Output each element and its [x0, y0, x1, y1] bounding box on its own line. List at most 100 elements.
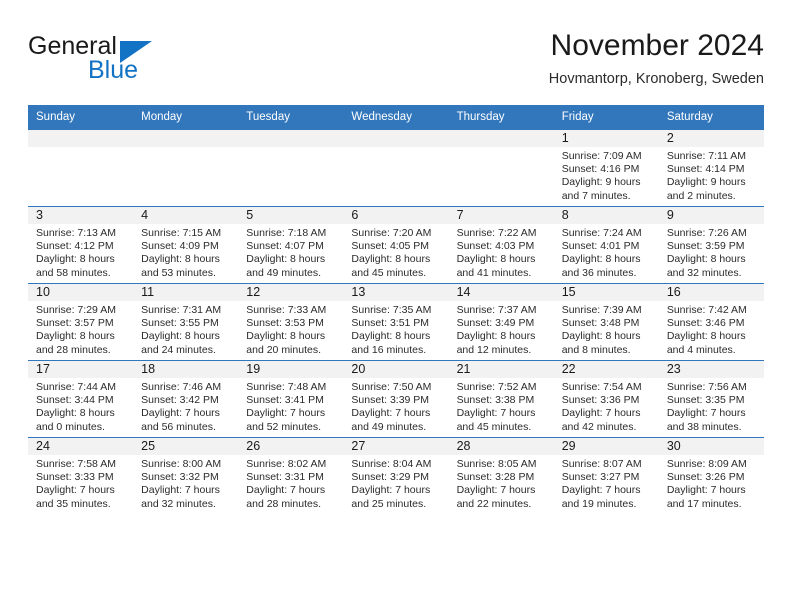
- day-detail-line: Sunrise: 7:22 AM: [456, 227, 537, 239]
- day-detail-line: and 0 minutes.: [36, 420, 105, 433]
- day-details: Sunrise: 7:18 AM Sunset: 4:07 PM Daylight:…: [238, 224, 343, 280]
- page-title: November 2024: [550, 29, 764, 62]
- calendar-day-cell[interactable]: 5 Sunrise: 7:18 AM Sunset: 4:07 PM Daylight…: [238, 206, 344, 284]
- calendar-day-cell[interactable]: 21 Sunrise: 7:52 AM Sunset: 3:38 PM Dayligh…: [448, 360, 554, 438]
- day-cell-inner: 3 Sunrise: 7:13 AM Sunset: 4:12 PM Daylight…: [28, 207, 134, 283]
- calendar-day-cell[interactable]: 14 Sunrise: 7:37 AM Sunset: 3:49 PM Dayligh…: [448, 283, 554, 361]
- calendar-day-cell[interactable]: 25 Sunrise: 8:00 AM Sunset: 3:32 PM Dayligh…: [133, 437, 239, 514]
- day-detail-line: Daylight: 7 hours: [141, 484, 220, 497]
- day-detail-line: Daylight: 8 hours: [36, 407, 115, 420]
- day-details: Sunrise: 7:44 AM Sunset: 3:44 PM Daylight:…: [28, 378, 133, 434]
- day-detail-line: Sunset: 3:26 PM: [666, 471, 745, 484]
- day-detail-line: Daylight: 8 hours: [141, 253, 220, 266]
- calendar-day-cell[interactable]: 11 Sunrise: 7:31 AM Sunset: 3:55 PM Dayligh…: [133, 283, 239, 361]
- calendar-day-cell[interactable]: 18 Sunrise: 7:46 AM Sunset: 3:42 PM Dayligh…: [133, 360, 239, 438]
- calendar-day-cell[interactable]: 24 Sunrise: 7:58 AM Sunset: 3:33 PM Dayligh…: [28, 437, 134, 514]
- calendar-day-cell[interactable]: 15 Sunrise: 7:39 AM Sunset: 3:48 PM Dayligh…: [553, 283, 659, 361]
- day-detail-line: Sunrise: 7:56 AM: [666, 381, 747, 393]
- day-cell-inner: 18 Sunrise: 7:46 AM Sunset: 3:42 PM Dayligh…: [133, 361, 239, 437]
- day-number: 26: [238, 438, 344, 455]
- day-details: Sunrise: 8:00 AM Sunset: 3:32 PM Daylight:…: [133, 455, 238, 511]
- day-cell-inner: 28 Sunrise: 8:05 AM Sunset: 3:28 PM Dayligh…: [448, 438, 554, 514]
- calendar-day-cell[interactable]: 20 Sunrise: 7:50 AM Sunset: 3:39 PM Dayligh…: [343, 360, 449, 438]
- calendar-day-cell[interactable]: 29 Sunrise: 8:07 AM Sunset: 3:27 PM Dayligh…: [553, 437, 659, 514]
- day-detail-line: Daylight: 7 hours: [246, 407, 326, 420]
- calendar-day-cell[interactable]: 22 Sunrise: 7:54 AM Sunset: 3:36 PM Dayligh…: [553, 360, 659, 438]
- day-detail-line: Daylight: 7 hours: [351, 407, 431, 420]
- day-detail-line: Sunrise: 7:13 AM: [36, 227, 116, 239]
- calendar-day-cell[interactable]: 9 Sunrise: 7:26 AM Sunset: 3:59 PM Daylight…: [658, 206, 764, 284]
- day-detail-line: Sunset: 3:41 PM: [246, 394, 324, 407]
- calendar-day-cell[interactable]: 27 Sunrise: 8:04 AM Sunset: 3:29 PM Dayligh…: [343, 437, 449, 514]
- day-cell-inner: 5 Sunrise: 7:18 AM Sunset: 4:07 PM Daylight…: [238, 207, 344, 283]
- day-detail-line: Daylight: 7 hours: [456, 407, 536, 420]
- calendar-day-cell[interactable]: 17 Sunrise: 7:44 AM Sunset: 3:44 PM Dayligh…: [28, 360, 134, 438]
- calendar-day-cell[interactable]: 13 Sunrise: 7:35 AM Sunset: 3:51 PM Dayligh…: [343, 283, 449, 361]
- calendar-day-cell[interactable]: 19 Sunrise: 7:48 AM Sunset: 3:41 PM Dayligh…: [238, 360, 344, 438]
- day-detail-line: and 17 minutes.: [666, 497, 742, 510]
- day-detail-line: Daylight: 8 hours: [246, 253, 326, 266]
- day-detail-line: Sunset: 3:36 PM: [561, 394, 640, 407]
- day-details: Sunrise: 7:22 AM Sunset: 4:03 PM Daylight:…: [449, 224, 554, 280]
- calendar-day-cell[interactable]: 7 Sunrise: 7:22 AM Sunset: 4:03 PM Daylight…: [448, 206, 554, 284]
- day-number: 18: [133, 361, 239, 378]
- calendar-day-cell[interactable]: 8 Sunrise: 7:24 AM Sunset: 4:01 PM Daylight…: [553, 206, 659, 284]
- day-cell-inner: 17 Sunrise: 7:44 AM Sunset: 3:44 PM Dayligh…: [28, 361, 134, 437]
- day-detail-line: and 22 minutes.: [456, 497, 532, 510]
- day-number: 2: [658, 130, 764, 147]
- calendar-day-cell[interactable]: 26 Sunrise: 8:02 AM Sunset: 3:31 PM Dayligh…: [238, 437, 344, 514]
- day-detail-line: Sunset: 3:57 PM: [36, 317, 114, 330]
- day-detail-line: Daylight: 8 hours: [246, 330, 326, 343]
- day-detail-line: and 58 minutes.: [36, 266, 111, 279]
- day-detail-line: and 45 minutes.: [456, 420, 532, 433]
- calendar-day-cell[interactable]: 23 Sunrise: 7:56 AM Sunset: 3:35 PM Dayligh…: [658, 360, 764, 438]
- general-blue-logo[interactable]: General Blue: [28, 32, 258, 92]
- weekday-header-friday: Friday: [553, 105, 659, 130]
- day-cell-inner: 15 Sunrise: 7:39 AM Sunset: 3:48 PM Dayligh…: [553, 284, 659, 360]
- day-details: Sunrise: 7:13 AM Sunset: 4:12 PM Daylight:…: [28, 224, 133, 280]
- calendar-day-cell[interactable]: 12 Sunrise: 7:33 AM Sunset: 3:53 PM Dayligh…: [238, 283, 344, 361]
- calendar-day-cell[interactable]: 6 Sunrise: 7:20 AM Sunset: 4:05 PM Daylight…: [343, 206, 449, 284]
- day-details: Sunrise: 7:50 AM Sunset: 3:39 PM Daylight:…: [343, 378, 448, 434]
- day-cell-inner: 4 Sunrise: 7:15 AM Sunset: 4:09 PM Daylight…: [133, 207, 239, 283]
- calendar-day-cell[interactable]: 16 Sunrise: 7:42 AM Sunset: 3:46 PM Dayligh…: [658, 283, 764, 361]
- day-cell-inner: 2 Sunrise: 7:11 AM Sunset: 4:14 PM Daylight…: [658, 130, 764, 206]
- day-detail-line: Sunrise: 7:33 AM: [246, 304, 327, 316]
- calendar-body: 1 Sunrise: 7:09 AM Sunset: 4:16 PM Daylight…: [28, 130, 764, 514]
- day-number: 17: [28, 361, 134, 378]
- day-detail-line: and 56 minutes.: [141, 420, 216, 433]
- day-details: Sunrise: 7:52 AM Sunset: 3:38 PM Daylight:…: [449, 378, 554, 434]
- calendar-day-cell[interactable]: 30 Sunrise: 8:09 AM Sunset: 3:26 PM Dayligh…: [658, 437, 764, 514]
- calendar-day-cell[interactable]: 2 Sunrise: 7:11 AM Sunset: 4:14 PM Daylight…: [658, 130, 764, 207]
- calendar-week-row: 17 Sunrise: 7:44 AM Sunset: 3:44 PM Dayligh…: [28, 360, 764, 438]
- day-detail-line: Sunrise: 7:15 AM: [141, 227, 222, 239]
- calendar-week-row: 10 Sunrise: 7:29 AM Sunset: 3:57 PM Dayligh…: [28, 283, 764, 361]
- day-detail-line: and 32 minutes.: [141, 497, 216, 510]
- calendar-day-cell[interactable]: 3 Sunrise: 7:13 AM Sunset: 4:12 PM Daylight…: [28, 206, 134, 284]
- day-detail-line: Sunrise: 7:37 AM: [456, 304, 537, 316]
- day-number: 1: [553, 130, 659, 147]
- day-detail-line: and 53 minutes.: [141, 266, 216, 279]
- day-number: 8: [553, 207, 659, 224]
- day-detail-line: and 28 minutes.: [36, 343, 111, 356]
- day-number: 9: [658, 207, 764, 224]
- page-header: General Blue November 2024 Hovmantorp, K…: [28, 28, 764, 96]
- calendar-day-cell[interactable]: 1 Sunrise: 7:09 AM Sunset: 4:16 PM Daylight…: [553, 130, 659, 207]
- day-detail-line: Daylight: 7 hours: [561, 407, 641, 420]
- day-cell-inner: [238, 130, 344, 206]
- calendar-week-row: 24 Sunrise: 7:58 AM Sunset: 3:33 PM Dayligh…: [28, 437, 764, 514]
- day-details: Sunrise: 7:26 AM Sunset: 3:59 PM Daylight:…: [659, 224, 764, 280]
- day-detail-line: and 19 minutes.: [561, 497, 637, 510]
- day-detail-line: Sunrise: 7:50 AM: [351, 381, 432, 393]
- day-details: Sunrise: 7:39 AM Sunset: 3:48 PM Daylight:…: [554, 301, 659, 357]
- day-cell-inner: 20 Sunrise: 7:50 AM Sunset: 3:39 PM Dayligh…: [343, 361, 449, 437]
- calendar-day-cell[interactable]: 4 Sunrise: 7:15 AM Sunset: 4:09 PM Daylight…: [133, 206, 239, 284]
- day-number: [28, 130, 134, 147]
- day-number: 29: [553, 438, 659, 455]
- day-detail-line: Sunset: 3:53 PM: [246, 317, 324, 330]
- day-detail-line: Daylight: 8 hours: [666, 330, 746, 343]
- day-details: Sunrise: 7:20 AM Sunset: 4:05 PM Daylight:…: [343, 224, 448, 280]
- calendar-day-cell[interactable]: 10 Sunrise: 7:29 AM Sunset: 3:57 PM Dayligh…: [28, 283, 134, 361]
- day-cell-inner: 10 Sunrise: 7:29 AM Sunset: 3:57 PM Dayligh…: [28, 284, 134, 360]
- calendar-day-cell[interactable]: 28 Sunrise: 8:05 AM Sunset: 3:28 PM Dayligh…: [448, 437, 554, 514]
